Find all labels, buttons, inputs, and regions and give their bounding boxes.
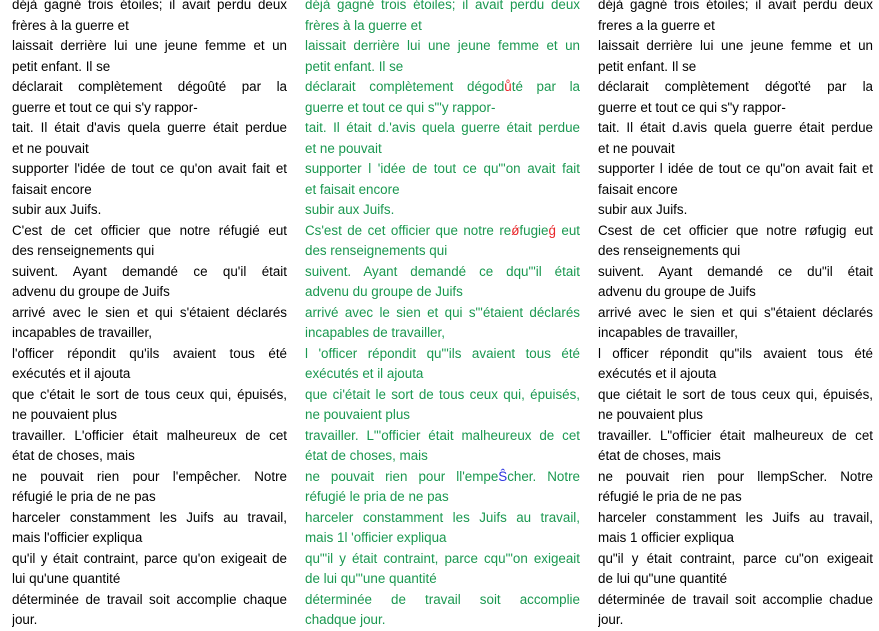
text-line: guerre et tout ce qui s'y rappor- [12,99,198,115]
text-line: état de choses, mais [12,448,135,463]
original-text-column: déjà gagné trois étoiles; il avait perdu… [0,0,293,631]
text-line: des renseignements qui [598,243,741,258]
text-line: des renseignements qui [12,243,155,258]
text-line: déjà gagné trois étoiles; il avait perdu… [598,0,873,12]
text-line: mais l'officier expliqua [12,530,143,545]
text-line: petit enfant. Il se [12,58,111,74]
text-line: freres a la guerre et [598,17,715,33]
text-line: arrivé avec le sien et qui s'étaient déc… [12,304,287,320]
text-line: arrivé avec le sien et qui s"'étaient dé… [305,304,580,320]
text-line: laissait derrière lui une jeune femme et… [12,38,287,53]
text-line: qu'il y était contraint, parce qu'on exi… [12,550,287,566]
text-line: incapables de travailler, [12,325,152,340]
text-line: petit enfant. Il se [598,58,697,74]
text-line: l'officer répondit qu'ils avaient tous é… [12,345,287,361]
text-line: et ne pouvait [305,140,382,156]
text-line: Csest de cet officier que notre røfugig … [598,222,873,238]
text-line: chadque jour. [305,612,386,627]
text-line: exécutés et il ajouta [12,366,131,381]
text-line: des renseignements qui [305,243,448,258]
text-line: déclarait complètement dégodůté par la [305,79,580,94]
text-line: de lui qu"une quantité [598,571,728,586]
text-line: arrivé avec le sien et qui s"étaient déc… [598,304,873,320]
text-line: guerre et tout ce qui s"y rappor- [598,99,786,115]
text-line: harceler constamment les Juifs au travai… [305,509,580,525]
text-line: advenu du groupe de Juifs [12,284,170,299]
text-line: déclarait complètement dégoťté par la [598,79,873,94]
text-line: Cs'est de cet officier que notre reǿfugi… [305,222,580,238]
text-line: déjà gagné trois étoiles; il avait perdu… [305,0,580,12]
text-line: état de choses, mais [598,448,721,463]
text-line: jour. [598,612,624,627]
text-line: subir aux Juifs. [598,202,688,217]
text-line: exécutés et il ajouta [598,366,717,381]
text-line: harceler constamment les Juifs au travai… [598,509,873,525]
text-line: que c'était le sort de tous ceux qui, ép… [12,386,287,402]
text-line: ne pouvaient plus [12,407,117,422]
text-line: incapables de travailler, [598,325,738,340]
text-line: harceler constamment les Juifs au travai… [12,509,287,525]
text-line: que ciétait le sort de tous ceux qui, ép… [598,386,873,402]
text-line: et ne pouvait [598,140,675,156]
text-line: guerre et tout ce qui s"'y rappor- [305,99,496,115]
text-line: subir aux Juifs. [305,202,395,217]
text-line: supporter l 'idée de tout ce qu"'on avai… [305,161,580,176]
text-line: supporter l idée de tout ce qu"on avait … [598,161,873,176]
text-line: mais 1 officier expliqua [598,530,734,545]
text-line: subir aux Juifs. [12,202,102,217]
text-line: et faisait encore [305,181,400,197]
text-line: qu"'il y était contraint, parce cqu"'on … [305,550,580,566]
text-line: incapables de travailler, [305,325,445,340]
text-line: déterminée de travail soit accomplie cha… [598,591,873,607]
text-line: de lui qu"'une quantité [305,571,437,586]
text-line: ne pouvait rien pour l'empêcher. Notre [12,468,287,484]
text-line: jour. [12,612,38,627]
text-line: que ci'était le sort de tous ceux qui, é… [305,386,580,402]
text-line: l 'officer répondit qu"'ils avaient tous… [305,345,580,361]
text-line: déterminée de travail soit accomplie [305,591,580,607]
text-line: suivent. Ayant demandé ce qu'il était [12,263,287,279]
text-line: réfugié le pria de ne pas [598,489,742,504]
text-line: ne pouvait rien pour llempScher. Notre [598,468,873,484]
text-line: petit enfant. Il se [305,58,404,74]
text-line: advenu du groupe de Juifs [598,284,756,299]
text-line: état de choses, mais [305,448,428,463]
diff-text-column: déjà gagné trois étoiles; il avait perdu… [293,0,586,631]
text-line: déterminée de travail soit accomplie cha… [12,591,287,607]
text-line: ne pouvait rien pour ll'empeŜcher. Notre [305,468,580,484]
text-line: advenu du groupe de Juifs [305,284,463,299]
text-line: déjà gagné trois étoiles; il avait perdu… [12,0,287,12]
text-line: travailler. L'officier était malheureux … [12,427,287,443]
three-column-comparison: déjà gagné trois étoiles; il avait perdu… [0,0,879,631]
text-line: réfugié le pria de ne pas [305,489,449,504]
text-line: tait. Il était d'avis quela guerre était… [12,120,287,135]
text-line: travailler. L"officier était malheureux … [598,427,873,443]
text-line: et ne pouvait [12,140,89,156]
ocr-text-column: déjà gagné trois étoiles; il avait perdu… [586,0,879,631]
text-line: tait. Il était d.'avis quela guerre étai… [305,120,580,135]
text-line: exécutés et il ajouta [305,366,424,381]
text-line: C'est de cet officier que notre réfugié … [12,222,287,238]
text-line: l officer répondit qu"ils avaient tous é… [598,345,873,361]
text-line: réfugié le pria de ne pas [12,489,156,504]
text-line: frères à la guerre et [305,17,422,33]
text-line: laissait derrière lui une jeune femme et… [305,38,580,53]
text-line: déclarait complètement dégoûté par la [12,79,287,94]
text-line: faisait encore [598,181,678,197]
text-line: frères à la guerre et [12,17,129,33]
text-line: qu"il y était contraint, parce cu"on exi… [598,550,873,566]
text-line: suivent. Ayant demandé ce dqu"'il était [305,263,580,279]
text-line: suivent. Ayant demandé ce du"il était [598,263,873,279]
text-line: mais 1l 'officier expliqua [305,530,447,545]
text-line: tait. Il était d.avis quela guerre était… [598,120,873,135]
text-line: ne pouvaient plus [598,407,703,422]
text-line: ne pouvaient plus [305,407,410,422]
text-line: travailler. L"'officier était malheureux… [305,427,580,443]
text-line: faisait encore [12,181,92,197]
text-line: laissait derrière lui une jeune femme et… [598,38,873,53]
text-line: supporter l'idée de tout ce qu'on avait … [12,161,287,176]
text-line: lui qu'une quantité [12,571,121,586]
